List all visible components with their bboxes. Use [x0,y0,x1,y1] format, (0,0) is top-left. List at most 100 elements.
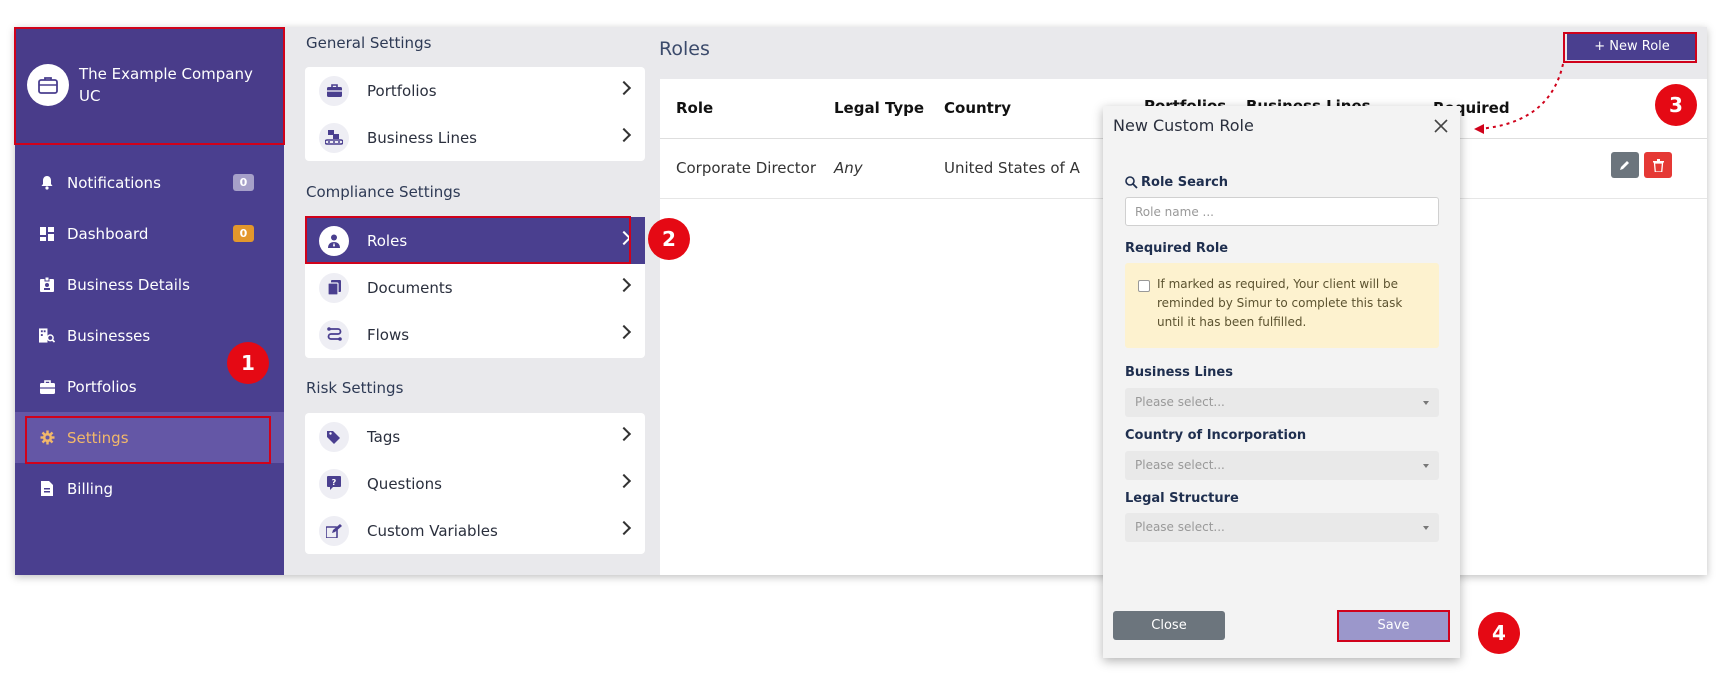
sidebar-item-label: Business Details [67,275,190,294]
role-search-input[interactable] [1125,197,1439,226]
settings-item-questions[interactable]: ? Questions [305,460,645,507]
documents-icon [319,272,349,303]
settings-item-flows[interactable]: Flows [305,311,645,358]
settings-item-label: Tags [367,427,401,446]
company-name: The Example Company UC [79,65,253,105]
settings-item-label: Roles [367,231,408,250]
question-icon: ? [319,468,349,499]
chevron-right-icon [616,277,632,293]
select-placeholder: Please select... [1135,520,1225,534]
settings-item-label: Business Lines [367,128,477,147]
settings-item-portfolios[interactable]: Portfolios [305,67,645,114]
company-header[interactable]: The Example Company UC [15,27,284,143]
settings-item-label: Documents [367,278,453,297]
chevron-right-icon [616,520,632,536]
select-placeholder: Please select... [1135,395,1225,409]
legal-structure-select[interactable]: Please select... [1125,513,1439,542]
close-icon[interactable] [1433,118,1449,134]
caret-down-icon [1423,401,1429,405]
chevron-right-icon [616,127,632,143]
edit-icon [319,515,349,546]
trash-icon [1652,158,1664,172]
settings-item-business-lines[interactable]: Business Lines [305,114,645,161]
sidebar-nav: Notifications 0 Dashboard 0 Business Det… [15,157,284,514]
chevron-right-icon [616,473,632,489]
new-role-button[interactable]: + New Role [1567,33,1697,60]
step-marker-3: 3 [1655,84,1697,126]
country-select[interactable]: Please select... [1125,451,1439,480]
svg-text:?: ? [332,478,337,487]
general-settings-card: Portfolios Business Lines [305,67,645,161]
required-role-notice: If marked as required, Your client will … [1125,263,1439,348]
settings-item-custom-variables[interactable]: Custom Variables [305,507,645,554]
dashboard-icon [39,226,55,242]
settings-item-roles[interactable]: Roles [305,217,645,264]
close-button[interactable]: Close [1113,611,1225,640]
settings-item-label: Flows [367,325,410,344]
column-header[interactable]: Legal Type [834,99,924,117]
legal-structure-label: Legal Structure [1125,491,1239,506]
sidebar: The Example Company UC Notifications 0 D… [15,27,284,575]
settings-item-tags[interactable]: Tags [305,413,645,460]
cell-country: United States of A [944,159,1080,177]
required-role-text: If marked as required, Your client will … [1157,277,1403,329]
general-settings-title: General Settings [306,34,432,52]
settings-item-label: Questions [367,474,442,493]
page-title: Roles [659,38,710,60]
save-button[interactable]: Save [1338,611,1449,640]
chevron-right-icon [616,426,632,442]
id-card-icon [39,277,55,293]
chevron-right-icon [616,80,632,96]
briefcase-icon [27,64,69,106]
business-lines-select[interactable]: Please select... [1125,388,1439,417]
chevron-right-icon [616,230,632,246]
delete-button[interactable] [1644,152,1672,178]
sidebar-item-label: Dashboard [67,224,149,243]
sidebar-item-billing[interactable]: Billing [15,463,284,514]
invoice-icon [39,481,55,497]
role-search-label-text: Role Search [1141,175,1229,190]
sidebar-item-label: Billing [67,479,113,498]
gear-icon [39,430,55,446]
route-icon [319,319,349,350]
settings-item-label: Portfolios [367,81,437,100]
sidebar-item-label: Businesses [67,326,151,345]
new-custom-role-modal: New Custom Role Role Search Required Rol… [1103,106,1460,658]
step-marker-4: 4 [1478,612,1520,654]
search-icon [1125,176,1138,189]
step-marker-1: 1 [227,342,269,384]
caret-down-icon [1423,464,1429,468]
building-search-icon [39,328,55,344]
conveyor-icon [319,122,349,153]
cell-role: Corporate Director [676,159,817,177]
person-icon [319,225,349,256]
settings-item-label: Custom Variables [367,521,498,540]
bell-icon [39,175,55,191]
business-lines-label: Business Lines [1125,365,1233,380]
required-checkbox[interactable] [1138,280,1150,292]
notifications-badge: 0 [233,174,254,191]
column-header[interactable]: Role [676,99,713,117]
compliance-settings-card: Roles Documents Flows [305,217,645,358]
sidebar-item-label: Settings [67,428,129,447]
chevron-right-icon [616,324,632,340]
sidebar-item-settings[interactable]: Settings [15,412,284,463]
edit-button[interactable] [1611,152,1639,178]
column-header[interactable]: Country [944,99,1011,117]
role-search-label: Role Search [1125,175,1228,190]
sidebar-item-notifications[interactable]: Notifications 0 [15,157,284,208]
risk-settings-card: Tags ? Questions Custom Variables [305,413,645,554]
sidebar-item-business-details[interactable]: Business Details [15,259,284,310]
sidebar-item-label: Notifications [67,173,161,192]
pencil-icon [1620,161,1629,170]
modal-title: New Custom Role [1113,116,1254,135]
briefcase-icon [39,379,55,395]
settings-item-documents[interactable]: Documents [305,264,645,311]
risk-settings-title: Risk Settings [306,379,404,397]
caret-down-icon [1423,526,1429,530]
compliance-settings-title: Compliance Settings [306,183,461,201]
tag-icon [319,421,349,452]
sidebar-item-label: Portfolios [67,377,137,396]
country-of-incorporation-label: Country of Incorporation [1125,428,1307,443]
sidebar-item-dashboard[interactable]: Dashboard 0 [15,208,284,259]
